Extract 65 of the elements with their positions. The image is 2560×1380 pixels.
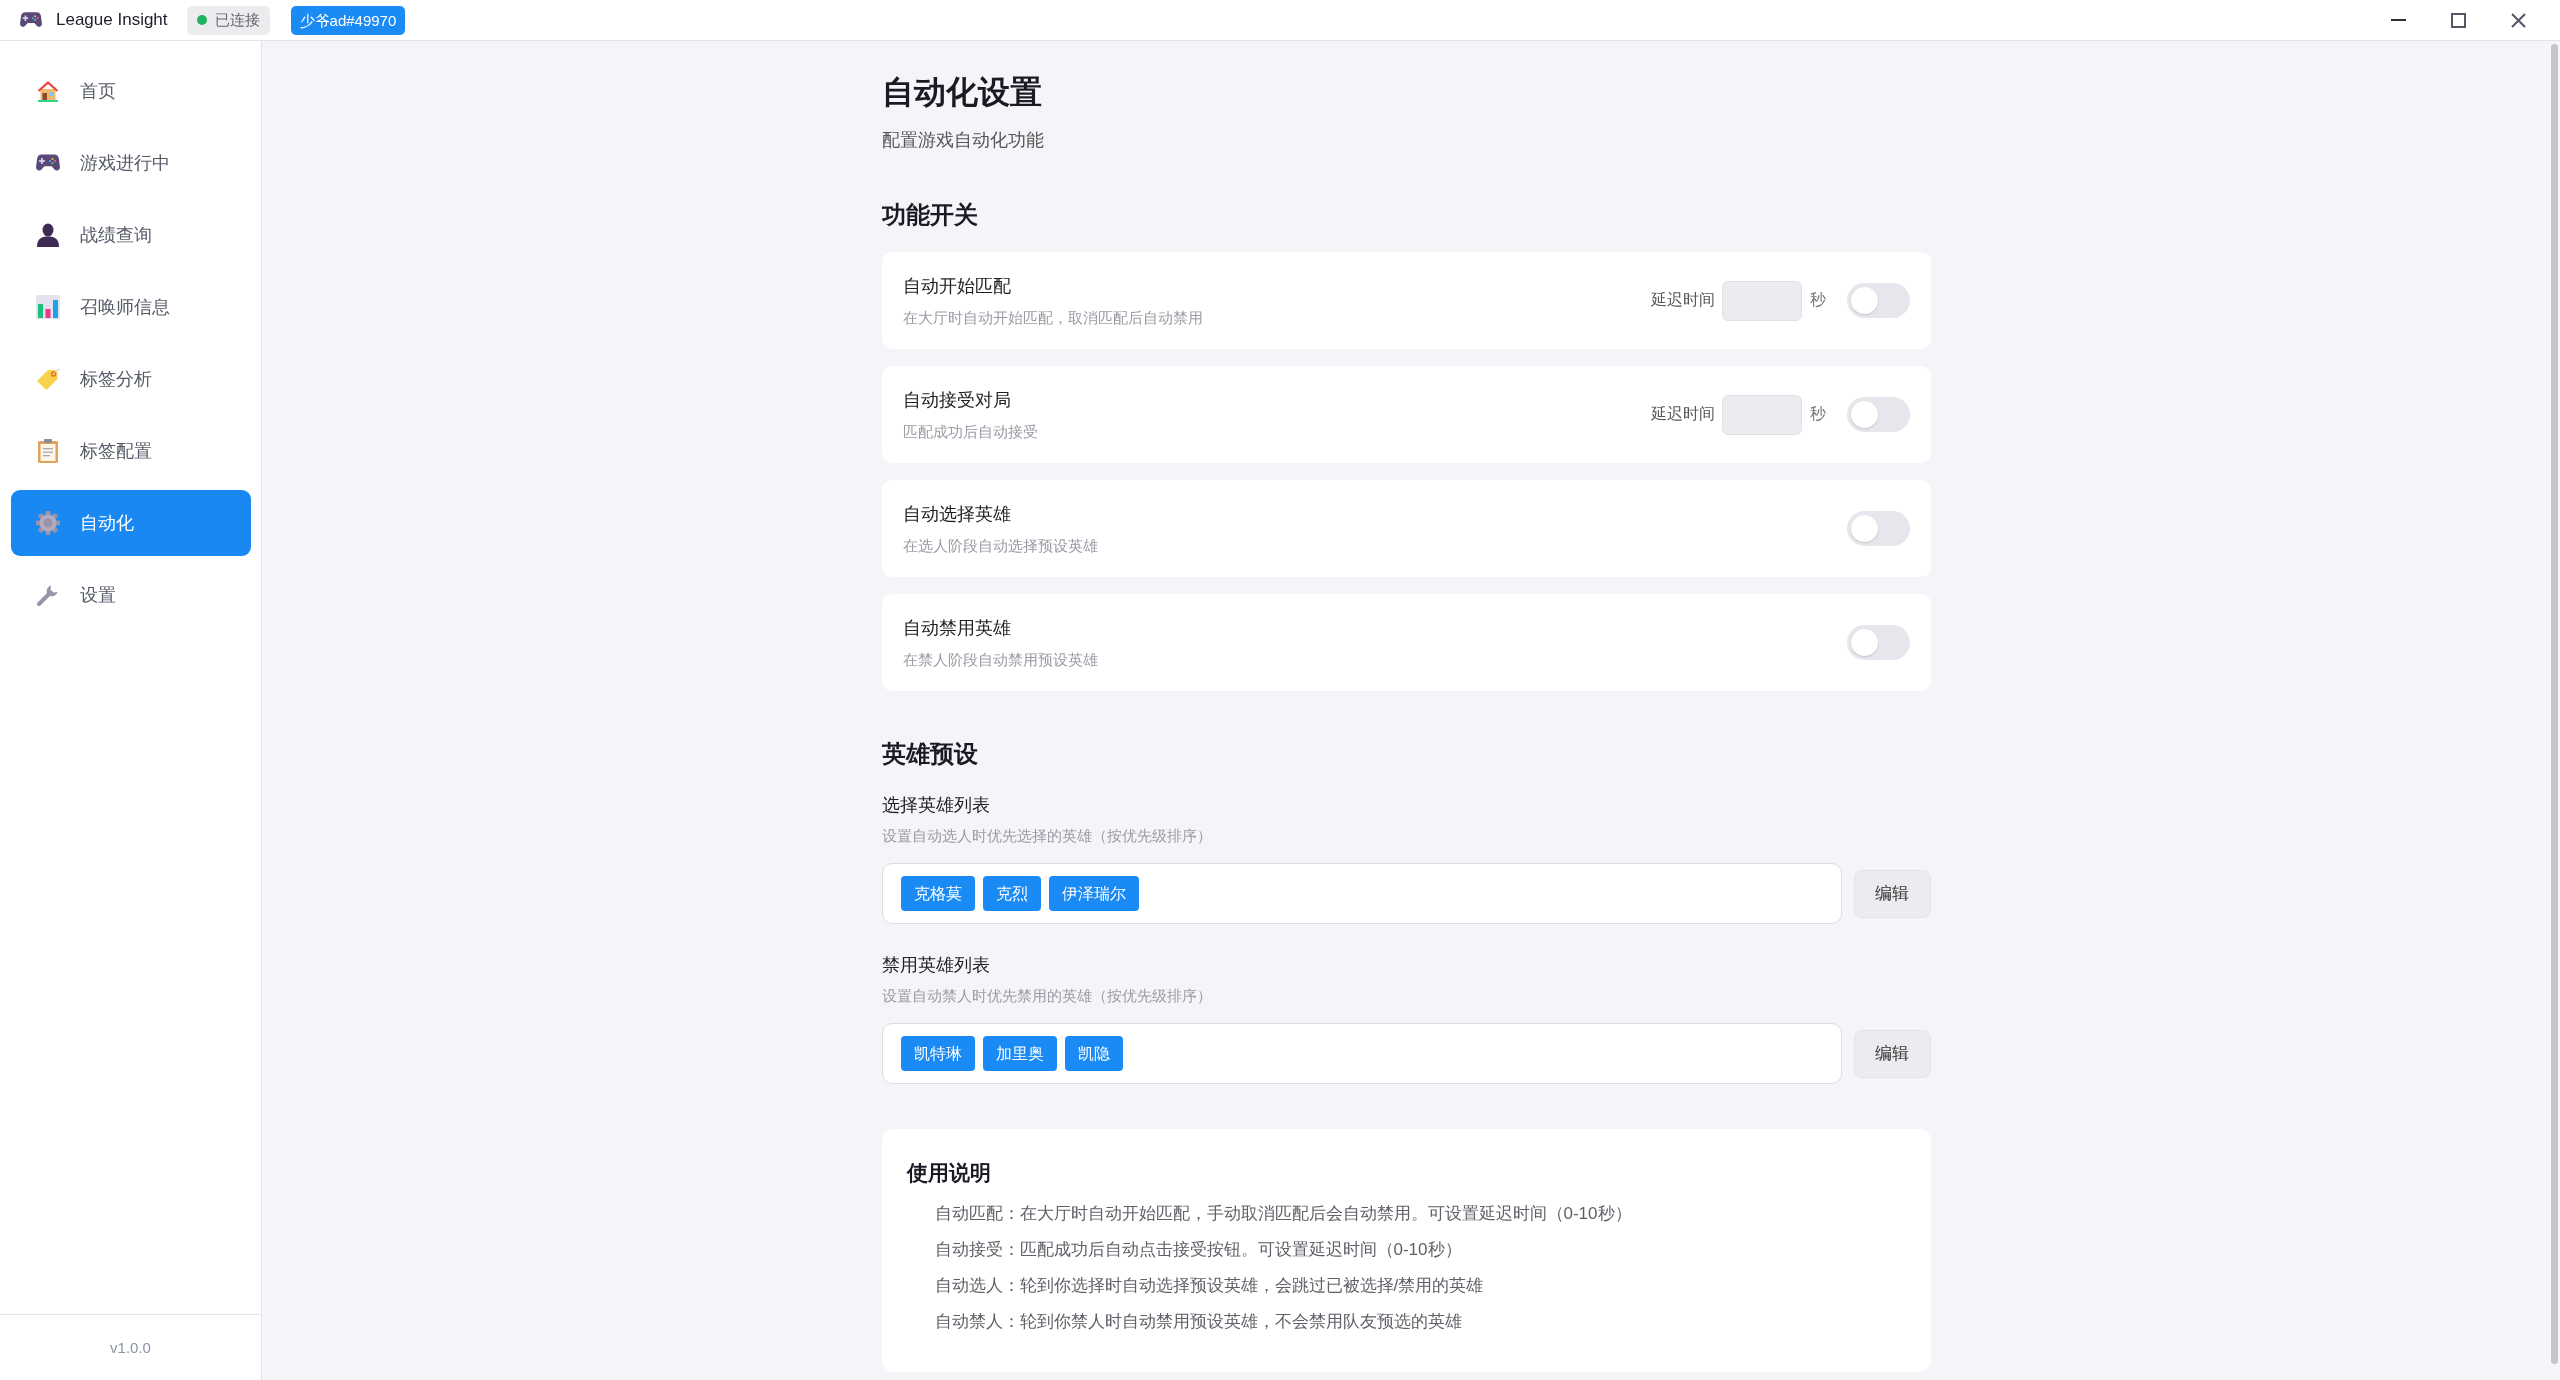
usage-heading: 使用说明 bbox=[906, 1160, 992, 1186]
gear-icon bbox=[36, 511, 60, 535]
setting-title: 自动选择英雄 bbox=[902, 502, 1012, 526]
minimize-icon bbox=[2390, 19, 2406, 21]
list-title: 禁用英雄列表 bbox=[881, 954, 991, 977]
toggle-switch[interactable] bbox=[1846, 397, 1910, 432]
hero-tag: 伊泽瑞尔 bbox=[1048, 876, 1139, 911]
edit-button[interactable]: 编辑 bbox=[1853, 869, 1931, 918]
clipboard-icon bbox=[36, 439, 60, 463]
hero-tag: 凯隐 bbox=[1064, 1036, 1123, 1071]
toggle-switch[interactable] bbox=[1846, 511, 1910, 546]
hero-tag: 克烈 bbox=[982, 876, 1041, 911]
toggle-switch[interactable] bbox=[1846, 283, 1910, 318]
connection-status: 已连接 bbox=[214, 10, 260, 30]
list-description: 设置自动选人时优先选择的英雄（按优先级排序） bbox=[881, 826, 1213, 846]
delay-input[interactable] bbox=[1721, 394, 1802, 435]
usage-line: 自动匹配：在大厅时自动开始匹配，手动取消匹配后会自动禁用。可设置延迟时间（0-10秒） bbox=[934, 1203, 1633, 1225]
section-heading: 英雄预设 bbox=[881, 739, 979, 769]
version-label: v1.0.0 bbox=[110, 1339, 151, 1356]
scrollbar-thumb[interactable] bbox=[2551, 44, 2558, 1364]
setting-title: 自动接受对局 bbox=[902, 388, 1012, 412]
setting-title: 自动开始匹配 bbox=[902, 274, 1012, 298]
usage-line: 自动选人：轮到你选择时自动选择预设英雄，会跳过已被选择/禁用的英雄 bbox=[934, 1275, 1485, 1297]
delay-label: 延迟时间 bbox=[1650, 404, 1715, 424]
tag-icon bbox=[36, 367, 60, 391]
sidebar-item[interactable]: 召唤师信息 bbox=[11, 274, 251, 340]
delay-label: 延迟时间 bbox=[1650, 290, 1715, 310]
sidebar-item[interactable]: 战绩查询 bbox=[11, 202, 251, 268]
usage-line: 自动接受：匹配成功后自动点击接受按钮。可设置延迟时间（0-10秒） bbox=[934, 1239, 1463, 1261]
hero-tag-field[interactable]: 克格莫 克烈 伊泽瑞尔 bbox=[881, 863, 1842, 924]
hero-tag: 凯特琳 bbox=[900, 1036, 975, 1071]
list-title: 选择英雄列表 bbox=[881, 794, 991, 817]
maximize-icon bbox=[2450, 12, 2466, 28]
delay-input[interactable] bbox=[1721, 280, 1802, 321]
hero-tag-field[interactable]: 凯特琳 加里奥 凯隐 bbox=[881, 1023, 1842, 1084]
user-badge: 少爷ad#49970 bbox=[290, 5, 406, 35]
hero-tag: 克格莫 bbox=[900, 876, 975, 911]
list-description: 设置自动禁人时优先禁用的英雄（按优先级排序） bbox=[881, 986, 1213, 1006]
house-icon bbox=[36, 79, 60, 103]
sidebar-item[interactable]: 标签分析 bbox=[11, 346, 251, 412]
app-title: League Insight bbox=[56, 10, 168, 30]
page-title: 自动化设置 bbox=[881, 73, 1043, 112]
sidebar-item[interactable]: 标签配置 bbox=[11, 418, 251, 484]
setting-description: 在选人阶段自动选择预设英雄 bbox=[902, 535, 1098, 556]
hero-tag: 加里奥 bbox=[982, 1036, 1057, 1071]
section-heading: 功能开关 bbox=[881, 200, 979, 230]
setting-description: 匹配成功后自动接受 bbox=[902, 421, 1038, 442]
wrench-icon bbox=[36, 583, 60, 607]
close-icon bbox=[2510, 12, 2526, 28]
page-subtitle: 配置游戏自动化功能 bbox=[881, 129, 1045, 152]
toggle-switch[interactable] bbox=[1846, 625, 1910, 660]
unit-label: 秒 bbox=[1809, 404, 1826, 424]
setting-description: 在禁人阶段自动禁用预设英雄 bbox=[902, 649, 1098, 670]
unit-label: 秒 bbox=[1809, 290, 1826, 310]
sidebar-item[interactable]: 首页 bbox=[11, 58, 251, 124]
edit-button[interactable]: 编辑 bbox=[1853, 1029, 1931, 1078]
setting-description: 在大厅时自动开始匹配，取消匹配后自动禁用 bbox=[902, 307, 1203, 328]
sidebar-item[interactable]: 设置 bbox=[11, 562, 251, 628]
gamepad-icon bbox=[20, 12, 42, 28]
person-icon bbox=[36, 223, 60, 247]
usage-line: 自动禁人：轮到你禁人时自动禁用预设英雄，不会禁用队友预选的英雄 bbox=[934, 1311, 1463, 1333]
sidebar-item[interactable]: 游戏进行中 bbox=[11, 130, 251, 196]
setting-title: 自动禁用英雄 bbox=[902, 616, 1012, 640]
bar-chart-icon bbox=[36, 295, 60, 319]
sidebar-item[interactable]: 自动化 bbox=[11, 490, 251, 556]
